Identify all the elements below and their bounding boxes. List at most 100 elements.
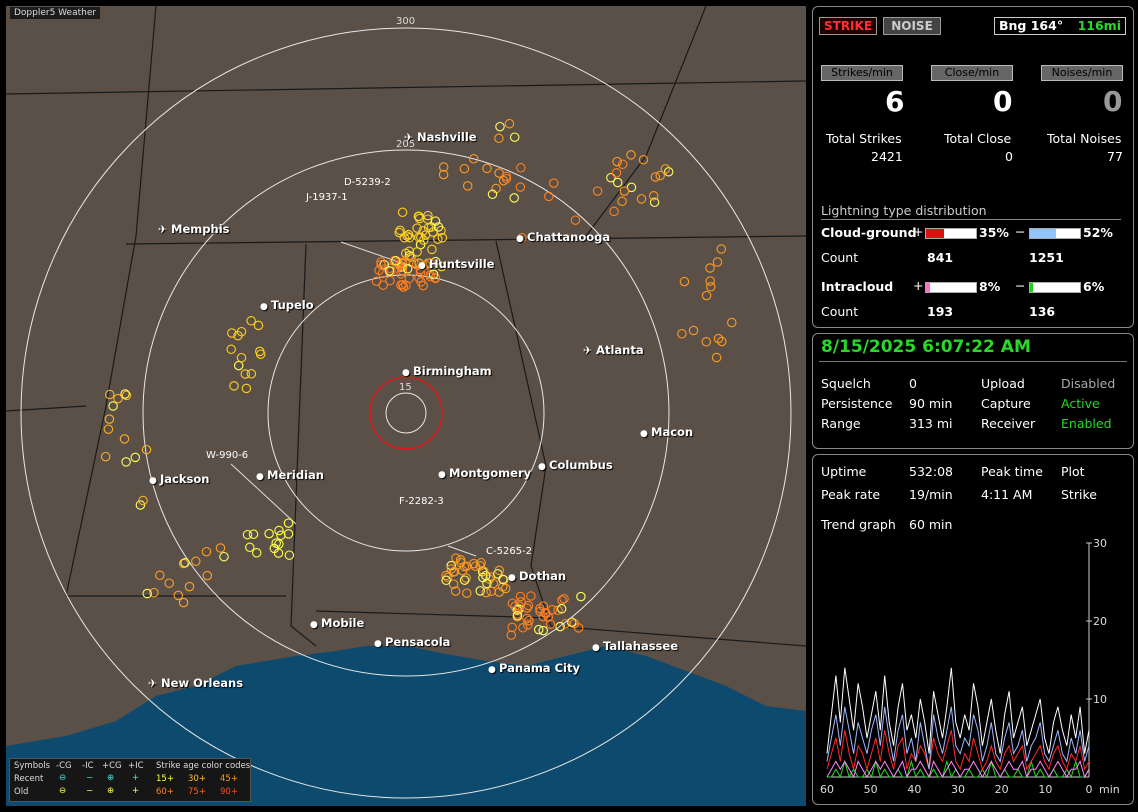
age-45: 45+ (220, 774, 238, 784)
strike-marker (727, 317, 737, 328)
city-dot-icon: ● (516, 234, 527, 244)
total-noises-label: Total Noises (1047, 131, 1122, 146)
strike-marker (549, 178, 559, 188)
strike-marker (701, 290, 712, 301)
distance-value: 116mi (1077, 18, 1121, 33)
legend-neg-cg: -CG (56, 761, 72, 771)
x-tick-label: 40 (907, 783, 921, 796)
strike-marker (397, 207, 408, 218)
city-label: ✈ Atlanta (583, 343, 644, 357)
y-tick-label: 10 (1093, 693, 1107, 706)
city-name: Chattanooga (527, 230, 611, 244)
city-dot-icon: ● (438, 470, 449, 480)
neg-cg-old-icon: ⊖ (59, 786, 67, 796)
strike-marker (155, 570, 165, 581)
strike-marker (178, 597, 189, 608)
range-value: 313 mi (909, 416, 953, 431)
strike-marker (518, 623, 528, 633)
neg-cg-recent-icon: ⊖ (59, 773, 67, 783)
ic-positive-count: 193 (927, 304, 954, 319)
strike-marker (475, 586, 485, 596)
city-label: ● Tupelo (260, 298, 314, 312)
strike-marker (504, 118, 515, 129)
storm-label[interactable]: F-2282-3 (399, 496, 444, 507)
city-dot-icon: ● (508, 573, 519, 583)
age-90: 90+ (220, 787, 238, 797)
strike-marker (567, 617, 577, 627)
strike-marker (482, 163, 492, 174)
strike-marker (130, 452, 141, 463)
strike-marker (701, 337, 712, 347)
strike-marker (677, 329, 687, 339)
city-name: Montgomery (449, 466, 532, 480)
strike-marker (506, 630, 517, 640)
city-label: ● Huntsville (418, 257, 494, 271)
strike-marker (191, 556, 201, 567)
strike-marker (241, 383, 252, 394)
age-15: 15+ (156, 774, 174, 784)
gulf-of-mexico (156, 646, 806, 806)
ic-negative-bar (1029, 282, 1081, 293)
age-60: 60+ (156, 787, 174, 797)
strike-marker (559, 593, 569, 604)
ic-minus-sign: − (1015, 278, 1026, 293)
strike-marker (100, 451, 111, 462)
noises-per-min-label[interactable]: Noises/min (1041, 65, 1123, 81)
peak-rate-value: 19/min (909, 487, 953, 502)
storm-label[interactable]: C-5265-2 (486, 546, 532, 557)
capture-value: Active (1061, 396, 1100, 411)
city-name: Tupelo (271, 298, 314, 312)
strike-marker (202, 570, 213, 581)
strike-marker (705, 263, 715, 273)
close-per-min-label[interactable]: Close/min (931, 65, 1013, 81)
strike-marker (121, 457, 131, 467)
city-name: Memphis (171, 222, 230, 236)
city-dot-icon: ● (256, 472, 267, 482)
strikes-per-min-label[interactable]: Strikes/min (821, 65, 903, 81)
trend-graph[interactable]: 30 20 10 60 50 40 30 20 10 0 min (813, 533, 1131, 803)
city-label: ● Chattanooga (516, 230, 610, 244)
trend-series-line (826, 706, 1090, 770)
upload-label: Upload (981, 376, 1025, 391)
city-name: Tallahassee (603, 639, 679, 653)
strike-marker (516, 163, 526, 173)
stats-panel: STRIKE NOISE Bng 164° 116mi Strikes/min … (812, 6, 1134, 328)
age-30: 30+ (188, 774, 206, 784)
strike-marker (650, 172, 661, 182)
storm-label[interactable]: W-990-6 (206, 450, 248, 461)
city-label: ● Jackson (149, 472, 209, 486)
strike-marker (219, 551, 229, 562)
strike-marker (427, 244, 437, 255)
ic-negative-fill (1030, 283, 1033, 292)
peak-rate-label: Peak rate (821, 487, 881, 502)
strike-marker (609, 206, 619, 217)
city-label: ✈ Memphis (158, 222, 229, 236)
city-dot-icon: ● (538, 462, 549, 472)
strike-button[interactable]: STRIKE (819, 17, 877, 35)
strike-marker (264, 528, 274, 539)
noise-button[interactable]: NOISE (883, 17, 941, 35)
strike-marker (284, 550, 295, 560)
uptime-label: Uptime (821, 464, 867, 479)
city-name: Huntsville (429, 257, 495, 271)
peak-time-label: Peak time (981, 464, 1043, 479)
x-tick-label: 10 (1038, 783, 1052, 796)
divider (821, 219, 1121, 220)
strike-marker (233, 360, 244, 371)
map-canvas[interactable] (6, 6, 806, 806)
city-dot-icon: ● (418, 261, 429, 271)
storm-label[interactable]: J-1937-1 (306, 192, 348, 203)
cg-negative-pct: 52% (1083, 225, 1113, 240)
city-label: ● Dothan (508, 569, 566, 583)
lightning-map[interactable]: Doppler5 Weather 300 205 15 ✈ Nashville ✈… (6, 6, 806, 806)
strike-marker (612, 177, 623, 188)
strike-marker (509, 193, 519, 203)
peak-time-value: 4:11 AM (981, 487, 1033, 502)
strike-marker (441, 575, 451, 586)
neg-ic-recent-icon: − (86, 773, 94, 783)
x-tick-label: 20 (995, 783, 1009, 796)
strike-marker (611, 168, 622, 178)
strike-marker (716, 244, 727, 254)
storm-label[interactable]: D-5239-2 (344, 177, 391, 188)
bearing-value: Bng 164° (999, 18, 1064, 33)
